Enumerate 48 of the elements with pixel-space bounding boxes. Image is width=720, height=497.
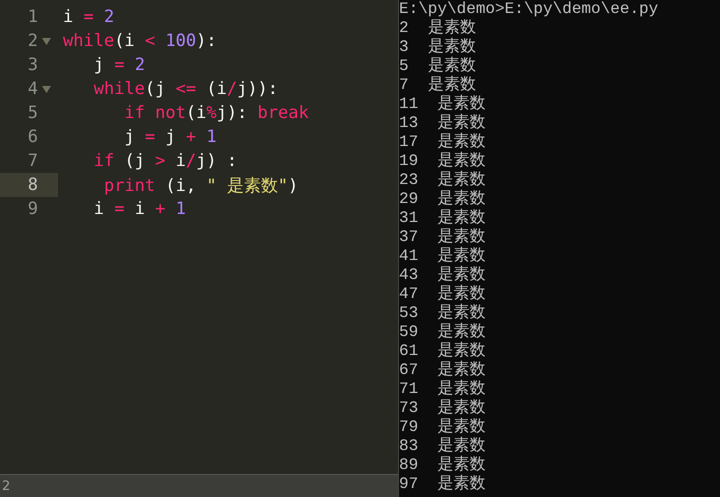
code-line: while(i < 100):: [63, 31, 217, 51]
line-gutter: 4: [0, 77, 58, 101]
line-gutter: 3: [26, 54, 39, 77]
console-line: E:\py\demo>E:\py\demo\ee.py: [399, 0, 660, 18]
console-line: 73 是素数: [399, 399, 486, 418]
console-line: 79 是素数: [399, 418, 486, 436]
console-line: 53 是素数: [399, 304, 486, 322]
code-line: i = 2: [63, 7, 114, 27]
fold-arrow-icon[interactable]: [42, 37, 51, 45]
console-line: 67 是素数: [399, 361, 486, 380]
console-line: 13 是素数: [399, 114, 486, 132]
code-line: print (i, " 是素数"): [102, 174, 298, 196]
code-line: j = j + 1: [123, 127, 217, 147]
console-line: 97 是素数: [399, 475, 486, 494]
console-line: 31 是素数: [399, 209, 486, 228]
line-gutter: 6: [26, 126, 39, 149]
console-line: 59 是素数: [399, 323, 486, 342]
console-line: 2 是素数: [399, 19, 477, 38]
code-line: j = 2: [92, 55, 145, 75]
console-line: 43 是素数: [399, 266, 486, 284]
console-line: 3 是素数: [399, 38, 477, 56]
code-editor[interactable]: 1 i = 2 2 while(i < 100): 3 j = 2 4 while(j <= (i/j)): 5 if not(i%j): break 6 j = j + 1 7 if (j > i/j) : 8 print (i, " 是素数") 9 i = i + 1 2: [0, 0, 399, 497]
status-text: 2: [2, 478, 10, 494]
fold-arrow-icon[interactable]: [42, 85, 51, 93]
code-line: while(j <= (i/j)):: [92, 79, 278, 99]
console-line: 17 是素数: [399, 133, 486, 152]
console-line: 71 是素数: [399, 380, 486, 398]
console-line: 23 是素数: [399, 171, 486, 190]
line-gutter: 7: [26, 150, 39, 173]
console-line: 83 是素数: [399, 437, 486, 456]
console-line: 61 是素数: [399, 342, 486, 360]
console-line: 37 是素数: [399, 228, 486, 246]
console-line: 47 是素数: [399, 285, 486, 304]
line-gutter: 5: [26, 102, 39, 125]
code-line: i = i + 1: [92, 199, 186, 219]
console-line: 29 是素数: [399, 190, 486, 208]
console-line: 7 是素数: [399, 76, 477, 94]
console-line: 19 是素数: [399, 152, 486, 170]
line-gutter: 9: [26, 198, 39, 221]
console-line: 11 是素数: [399, 95, 486, 114]
console-line: 41 是素数: [399, 247, 486, 266]
console-line: 89 是素数: [399, 456, 486, 474]
code-line: if not(i%j): break: [123, 103, 309, 123]
line-gutter: 2: [0, 29, 58, 53]
line-gutter: 8: [0, 173, 58, 197]
console-line: 5 是素数: [399, 57, 477, 76]
line-gutter: 1: [26, 6, 39, 29]
code-line: if (j > i/j) :: [92, 151, 238, 171]
